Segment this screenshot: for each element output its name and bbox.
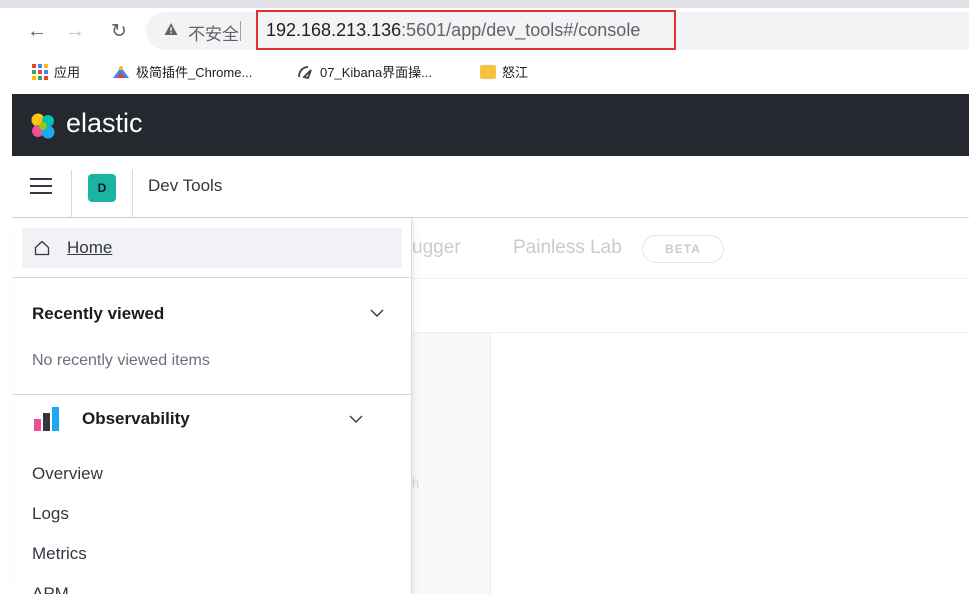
- apps-grid-icon: [32, 63, 48, 80]
- extension-site-icon: [113, 65, 129, 78]
- recently-viewed-title[interactable]: Recently viewed: [32, 304, 164, 324]
- elastic-logo-icon[interactable]: [28, 111, 58, 141]
- bookmark-kibana[interactable]: 07_Kibana界面操...: [296, 62, 432, 81]
- divider: [412, 332, 969, 333]
- bookmark-apps[interactable]: 应用: [32, 62, 80, 81]
- reload-icon[interactable]: ↻: [104, 16, 134, 46]
- back-arrow-icon[interactable]: ←: [22, 16, 52, 46]
- divider: [12, 394, 411, 395]
- url-path: :5601/app/dev_tools#/console: [401, 20, 641, 40]
- observability-title[interactable]: Observability: [82, 409, 190, 429]
- brand-wordmark[interactable]: elastic: [66, 108, 143, 139]
- url-text[interactable]: 192.168.213.136:5601/app/dev_tools#/cons…: [266, 20, 640, 41]
- bookmark-folder[interactable]: 怒江: [480, 62, 528, 81]
- background-text-fragment: h: [412, 476, 420, 491]
- dev-tools-tabs: ugger Painless Lab BETA: [412, 219, 969, 279]
- nav-link-apm[interactable]: APM: [32, 584, 69, 594]
- bookmark-label: 应用: [54, 65, 81, 80]
- tab-grok-debugger[interactable]: ugger: [412, 237, 461, 259]
- url-highlight-box: 192.168.213.136:5601/app/dev_tools#/cons…: [256, 10, 676, 50]
- nav-link-logs[interactable]: Logs: [32, 504, 69, 524]
- browser-tab-strip: [0, 0, 969, 8]
- site-icon: [298, 65, 312, 79]
- tab-painless-lab[interactable]: Painless Lab: [513, 237, 622, 259]
- space-avatar[interactable]: D: [88, 174, 116, 202]
- bookmark-label: 07_Kibana界面操...: [320, 65, 433, 80]
- home-icon: [34, 240, 50, 256]
- url-host: 192.168.213.136: [266, 20, 402, 40]
- nav-link-overview[interactable]: Overview: [32, 464, 103, 484]
- divider: [12, 277, 411, 278]
- bookmark-label: 极简插件_Chrome...: [136, 65, 253, 80]
- security-label[interactable]: 不安全: [188, 20, 239, 45]
- home-label: Home: [67, 238, 113, 257]
- bookmark-chrome-plugin[interactable]: 极简插件_Chrome...: [112, 62, 252, 81]
- address-separator: [240, 21, 241, 41]
- kibana-header: elastic: [12, 94, 969, 156]
- nav-flyout: Home Recently viewed No recently viewed …: [12, 219, 412, 594]
- divider: [490, 333, 491, 594]
- hamburger-menu-icon[interactable]: [30, 178, 52, 196]
- nav-link-metrics[interactable]: Metrics: [32, 544, 87, 564]
- chevron-down-icon[interactable]: [349, 415, 363, 424]
- beta-badge: BETA: [642, 235, 724, 263]
- address-bar[interactable]: 不安全 192.168.213.136:5601/app/dev_tools#/…: [146, 10, 969, 50]
- header-divider: [132, 170, 133, 218]
- observability-icon: [34, 407, 59, 431]
- kibana-subheader: D Dev Tools: [12, 156, 969, 218]
- forward-arrow-icon[interactable]: →: [60, 16, 90, 46]
- header-divider: [71, 170, 72, 218]
- warning-icon[interactable]: [164, 22, 178, 36]
- divider: [412, 278, 969, 279]
- bookmarks-bar: 应用 极简插件_Chrome... 07_Kibana界面操... 怒江: [0, 54, 969, 90]
- bookmark-label: 怒江: [502, 65, 529, 80]
- browser-toolbar: ← → ↻ 不安全 192.168.213.136:5601/app/dev_t…: [0, 8, 969, 54]
- breadcrumb-dev-tools: Dev Tools: [148, 176, 223, 195]
- chevron-down-icon[interactable]: [370, 309, 384, 318]
- console-gutter: [412, 333, 490, 594]
- recently-viewed-empty: No recently viewed items: [32, 352, 210, 369]
- folder-icon: [480, 64, 496, 79]
- nav-home-link[interactable]: Home: [22, 228, 402, 268]
